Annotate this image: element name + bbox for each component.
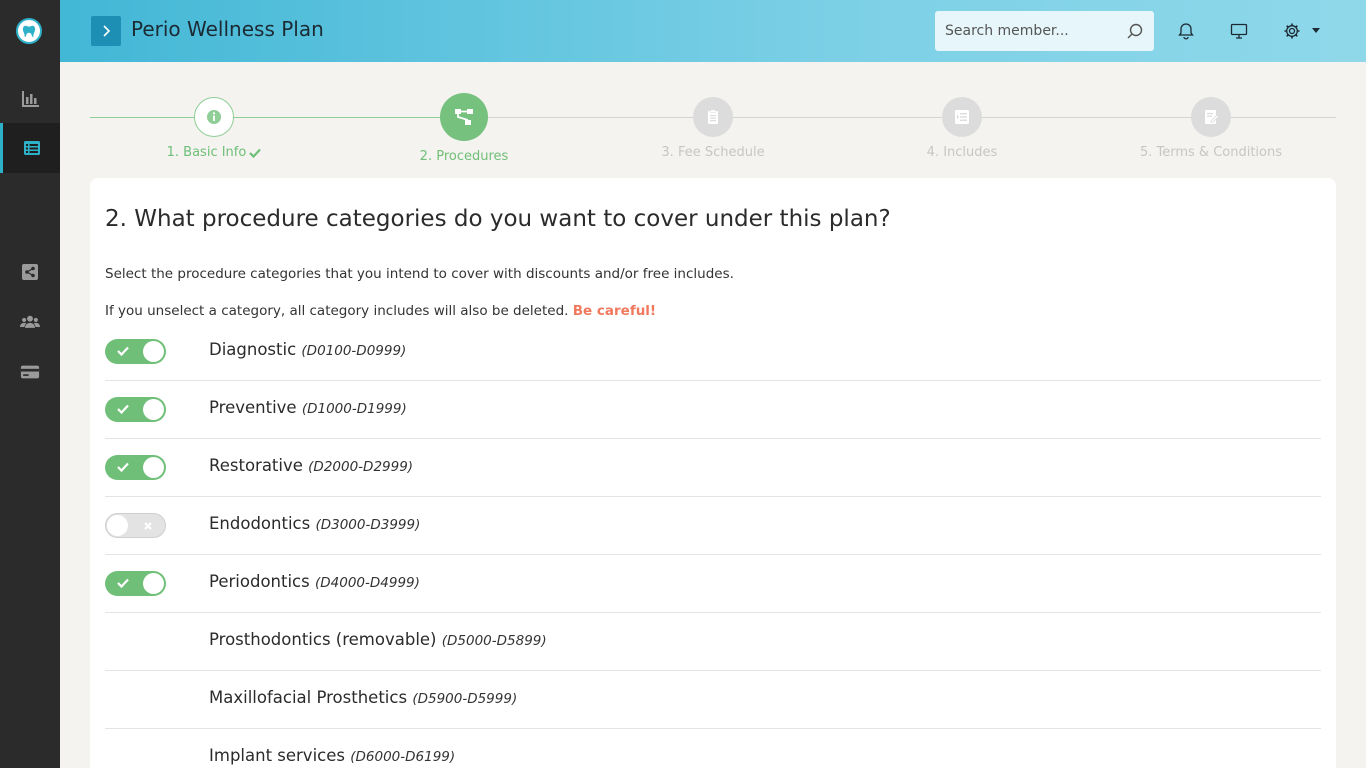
category-label: Prosthodontics (removable) (D5000-D5899) [209, 630, 547, 649]
category-code-range: (D0100-D0999) [301, 343, 407, 359]
step-label: 3. Fee Schedule [661, 145, 765, 160]
category-label: Maxillofacial Prosthetics (D5900-D5999) [209, 688, 517, 707]
category-row: Restorative (D2000-D2999) [105, 439, 1321, 497]
top-header: Perio Wellness Plan [60, 0, 1366, 62]
check-icon [117, 404, 129, 415]
category-name: Restorative [209, 456, 303, 475]
category-toggle[interactable] [105, 513, 166, 538]
info-icon [207, 110, 221, 124]
sidebar-item-billing[interactable] [0, 347, 60, 397]
check-icon [117, 346, 129, 357]
category-label: Implant services (D6000-D6199) [209, 746, 455, 765]
category-name: Prosthodontics (removable) [209, 630, 437, 649]
category-row: Periodontics (D4000-D4999) [105, 555, 1321, 613]
category-toggle[interactable] [105, 571, 166, 596]
gear-icon [1284, 23, 1300, 39]
chevron-down-icon[interactable] [1312, 28, 1320, 33]
step-label: 2. Procedures [419, 149, 509, 164]
category-label: Preventive (D1000-D1999) [209, 398, 407, 417]
category-code-range: (D4000-D4999) [314, 575, 420, 591]
warning-message: If you unselect a category, all category… [105, 303, 573, 319]
step-procedures[interactable]: 2. Procedures [364, 90, 564, 164]
close-icon [144, 522, 152, 530]
credit-card-icon [20, 365, 40, 379]
check-icon [117, 462, 129, 473]
step-basic-info[interactable]: 1. Basic Info [114, 90, 314, 160]
category-row: Prosthodontics (removable) (D5000-D5899) [105, 613, 1321, 671]
toggle-knob [107, 515, 128, 536]
section-description: Select the procedure categories that you… [105, 266, 734, 282]
search-input[interactable] [945, 23, 1120, 39]
category-row: Implant services (D6000-D6199) [105, 729, 1321, 768]
category-list: Diagnostic (D0100-D0999) Preventive (D100… [105, 323, 1321, 768]
users-icon [20, 315, 40, 328]
search-box [935, 11, 1154, 51]
category-label: Restorative (D2000-D2999) [209, 456, 413, 475]
category-name: Diagnostic [209, 340, 297, 359]
section-title: 2. What procedure categories do you want… [105, 206, 891, 232]
toggle-knob [143, 457, 164, 478]
display-button[interactable] [1228, 20, 1250, 42]
indent-list-icon [955, 110, 969, 124]
category-row: Preventive (D1000-D1999) [105, 381, 1321, 439]
category-name: Endodontics [209, 514, 311, 533]
share-icon [22, 264, 38, 280]
settings-button[interactable] [1281, 20, 1303, 42]
category-toggle[interactable] [105, 339, 166, 364]
category-name: Implant services [209, 746, 345, 765]
category-label: Periodontics (D4000-D4999) [209, 572, 420, 591]
category-code-range: (D2000-D2999) [308, 459, 414, 475]
step-terms-conditions[interactable]: 5. Terms & Conditions [1111, 90, 1311, 160]
sidebar-toggle-button[interactable] [91, 16, 121, 46]
check-icon [117, 578, 129, 589]
category-label: Diagnostic (D0100-D0999) [209, 340, 406, 359]
list-icon [23, 141, 40, 155]
sidebar-item-share[interactable] [0, 247, 60, 297]
sidebar-item-members[interactable] [0, 297, 60, 347]
toggle-knob [143, 573, 164, 594]
category-name: Preventive [209, 398, 297, 417]
bell-icon [1178, 23, 1194, 40]
category-code-range: (D3000-D3999) [315, 517, 421, 533]
category-name: Maxillofacial Prosthetics [209, 688, 408, 707]
category-row: Maxillofacial Prosthetics (D5900-D5999) [105, 671, 1321, 729]
search-icon[interactable] [1126, 22, 1144, 40]
notifications-button[interactable] [1175, 20, 1197, 42]
warning-emphasis: Be careful! [572, 303, 657, 319]
category-name: Periodontics [209, 572, 310, 591]
category-row: Diagnostic (D0100-D0999) [105, 323, 1321, 381]
step-includes[interactable]: 4. Includes [862, 90, 1062, 160]
procedures-card: 2. What procedure categories do you want… [90, 178, 1336, 768]
category-code-range: (D6000-D6199) [350, 749, 456, 765]
step-label: 4. Includes [926, 145, 998, 160]
category-label: Endodontics (D3000-D3999) [209, 514, 420, 533]
sidebar [0, 0, 60, 768]
category-toggle[interactable] [105, 397, 166, 422]
step-fee-schedule[interactable]: 3. Fee Schedule [613, 90, 813, 160]
step-label: 5. Terms & Conditions [1139, 145, 1283, 160]
category-row: Endodontics (D3000-D3999) [105, 497, 1321, 555]
bar-chart-icon [22, 91, 39, 107]
sitemap-icon [455, 109, 473, 125]
clipboard-icon [708, 109, 718, 124]
sidebar-item-reports[interactable] [0, 73, 60, 123]
tooth-logo-icon[interactable] [16, 18, 42, 44]
category-code-range: (D1000-D1999) [301, 401, 407, 417]
step-label: 1. Basic Info [166, 145, 247, 160]
signature-icon [1205, 110, 1220, 124]
toggle-knob [143, 399, 164, 420]
chevron-right-icon [103, 25, 111, 37]
category-toggle[interactable] [105, 455, 166, 480]
check-icon [249, 148, 262, 158]
category-code-range: (D5000-D5899) [441, 633, 547, 649]
page-title: Perio Wellness Plan [131, 17, 324, 41]
toggle-knob [143, 341, 164, 362]
category-code-range: (D5900-D5999) [412, 691, 518, 707]
sidebar-item-plans[interactable] [0, 123, 60, 173]
wizard-stepper: 1. Basic Info 2. Procedures 3. Fee Sched… [90, 90, 1336, 170]
monitor-icon [1230, 23, 1248, 39]
warning-text: If you unselect a category, all category… [105, 303, 656, 319]
